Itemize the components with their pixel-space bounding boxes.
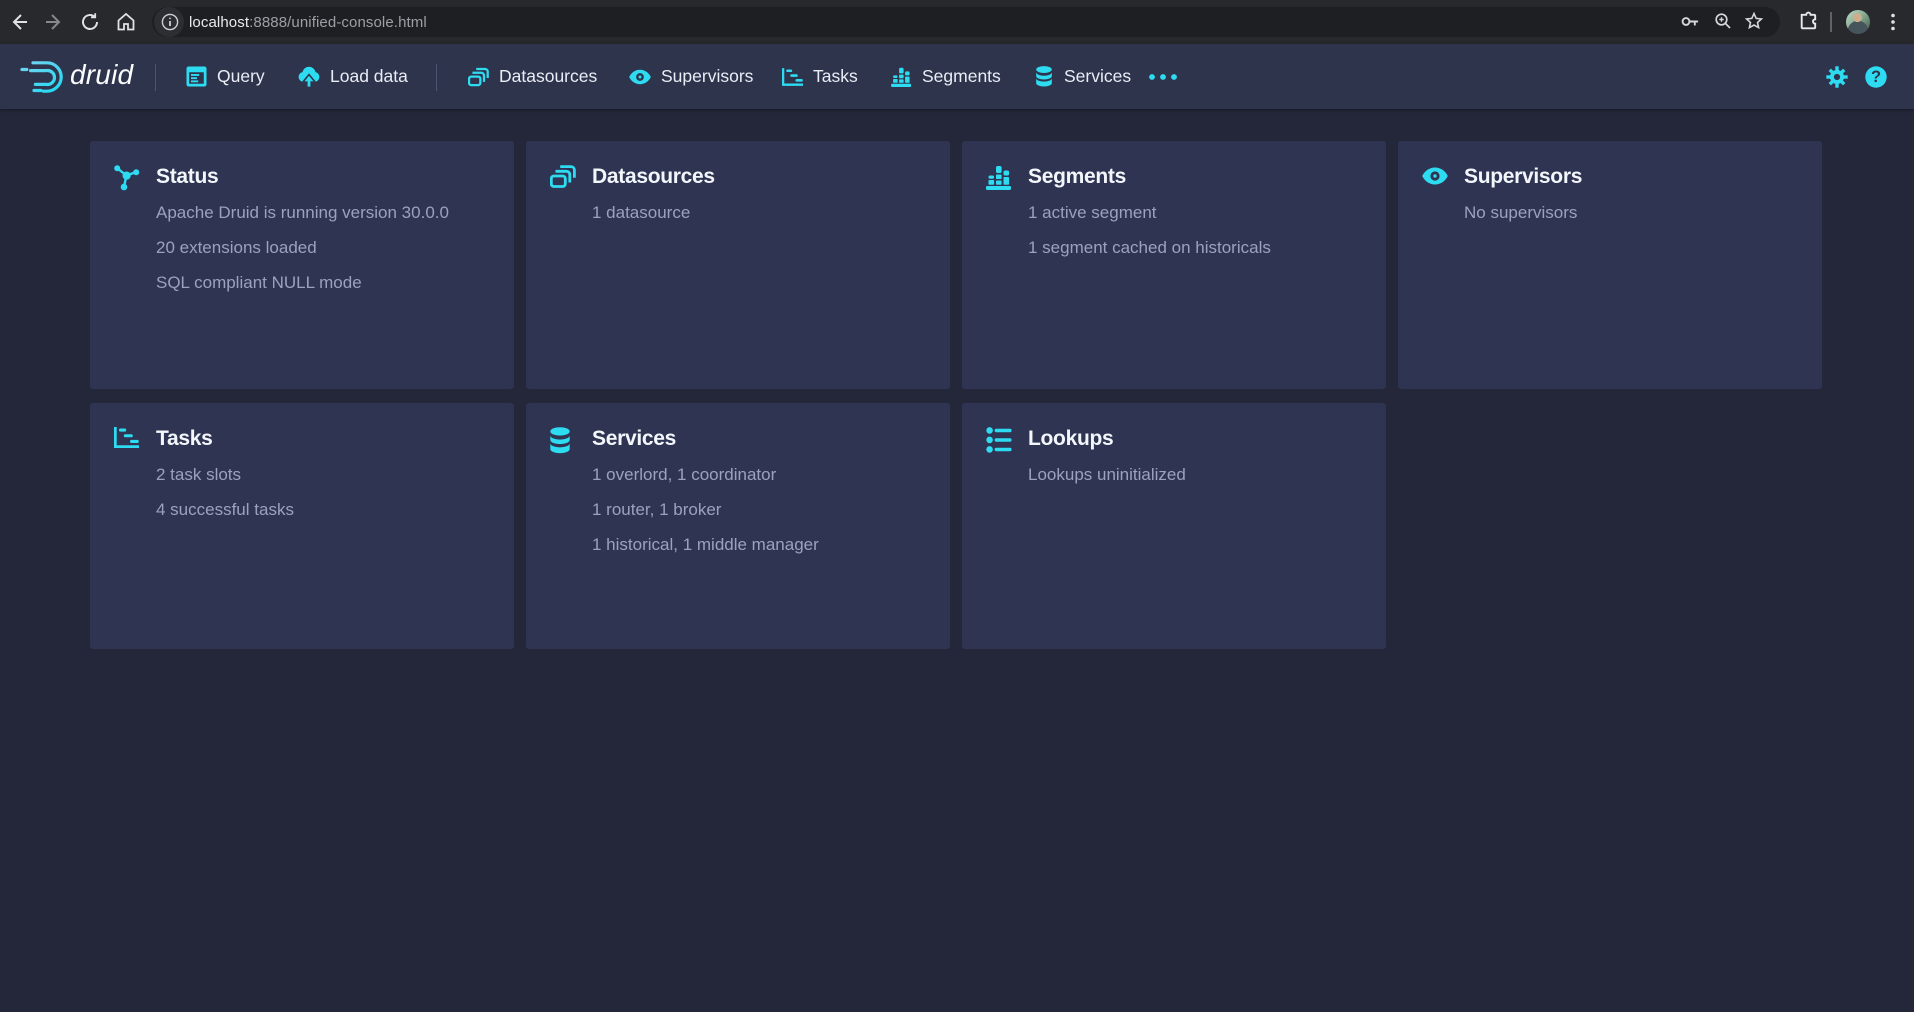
svg-text:?: ? <box>1871 68 1881 86</box>
